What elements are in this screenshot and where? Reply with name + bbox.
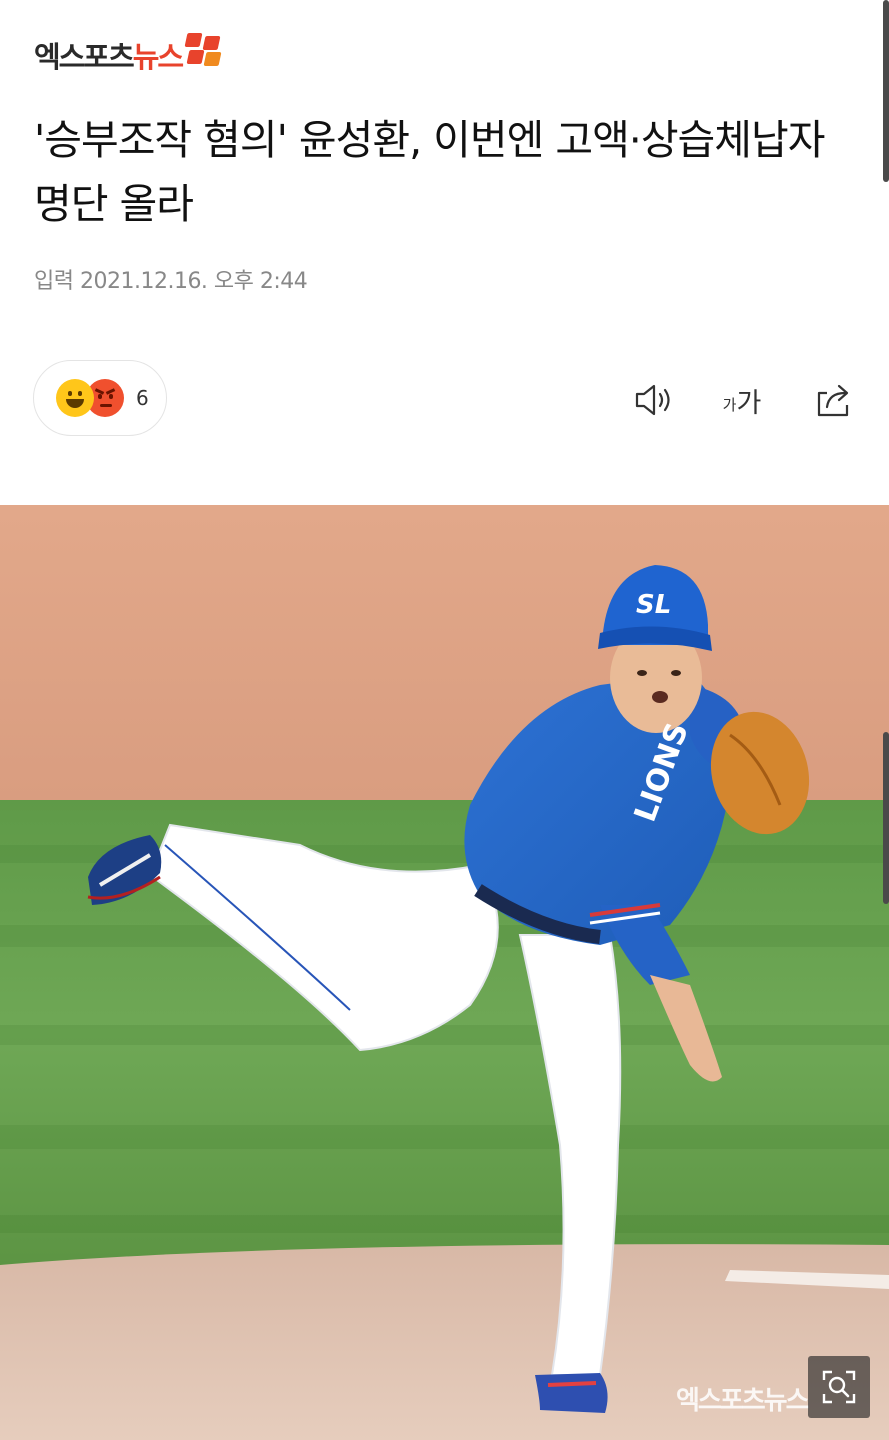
read-aloud-button[interactable] [630, 378, 678, 422]
photo-zoom-button[interactable] [808, 1356, 870, 1418]
speaker-icon [635, 384, 670, 416]
photo-watermark: 엑스포츠뉴스 [676, 1386, 810, 1416]
font-size-large-label: 가 [736, 387, 762, 419]
share-icon [817, 384, 849, 417]
font-size-button[interactable]: 가가 [714, 378, 770, 422]
zoom-icon [822, 1370, 856, 1404]
reaction-count: 6 [136, 386, 149, 410]
article-dateline: 입력 2021.12.16. 오후 2:44 [34, 269, 308, 294]
pitcher-photo: SL LIONS [0, 505, 889, 1440]
smile-emoji-icon [56, 379, 94, 417]
scrollbar-thumb[interactable] [883, 732, 889, 904]
logo-text-accent: 뉴스 [132, 40, 184, 74]
logo-text-primary: 엑스포츠 [34, 40, 135, 74]
site-logo[interactable]: 엑스포츠뉴스 [34, 32, 222, 78]
font-size-small-label: 가 [722, 395, 737, 414]
article-photo[interactable]: SL LIONS [0, 505, 889, 1440]
reaction-button[interactable]: 6 [33, 360, 167, 436]
article-headline: '승부조작 혐의' 윤성환, 이번엔 고액·상습체납자 명단 올라 [34, 116, 825, 228]
scrollbar-thumb-top[interactable] [883, 0, 889, 182]
cap-logo-text: SL [636, 590, 671, 620]
logo-mark-icon [184, 33, 222, 67]
share-button[interactable] [810, 378, 858, 422]
